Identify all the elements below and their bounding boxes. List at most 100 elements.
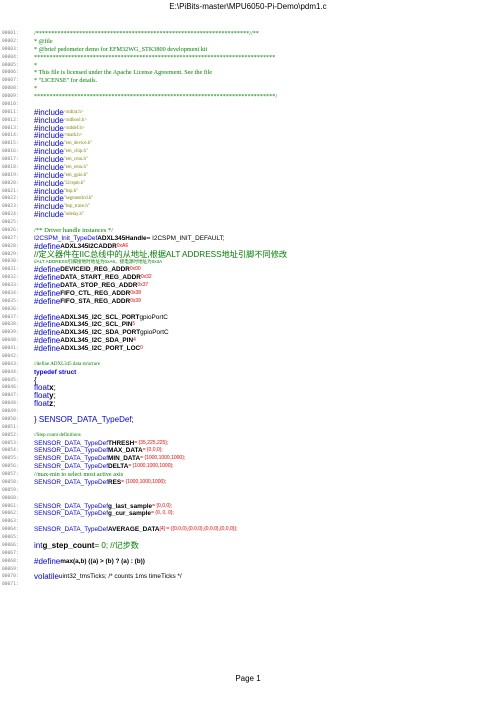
code-line: 00032: #define DATA_START_REG_ADDR 0x32 [2, 274, 494, 282]
line-number: 00067: [2, 550, 19, 556]
code-line: 00042: [2, 353, 494, 361]
code-line: 00059: [2, 487, 494, 495]
line-number: 00071: [2, 582, 19, 588]
macro-name: ADXL345_I2C_SCL_PIN [60, 321, 133, 329]
code-line: 00056: SENSOR_DATA_TypeDef DELTA = {1000,… [2, 463, 494, 471]
macro-name: max [60, 557, 74, 565]
macro-value: 0x00 [129, 266, 141, 273]
code-line: 00023: #include "bsp_trace.h" [2, 203, 494, 211]
identifier: g_step_count [42, 540, 95, 550]
type-name: SENSOR_DATA_TypeDef [34, 526, 108, 534]
code-line: 00027: I2CSPM_Init_TypeDef ADXL345Handle … [2, 235, 494, 243]
macro-value: 0x39 [130, 297, 141, 304]
code-line: 00019: #include "em_gpio.h" [2, 171, 494, 180]
comment-text: //Step count definitions [34, 432, 81, 438]
code-line: 00040: #define ADXL345_I2C_SDA_PIN 4 [2, 337, 494, 345]
type-name: SENSOR_DATA_TypeDef [34, 502, 108, 510]
code-line: 00057: //max-min to select most active ax… [2, 471, 494, 479]
code-line: 00022: #include "segmentlcd.h" [2, 195, 494, 203]
comment-text: //define ADXL345 data structure [34, 361, 100, 367]
line-number: 00041: [2, 346, 19, 351]
line-number: 00054: [2, 448, 19, 454]
type-name: uint32_t [58, 573, 82, 581]
code-line: 00029: //定义器件在IIC总线中的从地址,根据ALT ADDRESS地址引… [2, 250, 494, 259]
line-number: 00062: [2, 511, 19, 517]
code-line: 00024: #include "udelay.h" [2, 211, 494, 219]
line-number: 00008: [2, 86, 19, 92]
line-number: 00057: [2, 472, 19, 477]
macro-value: 0 [140, 345, 143, 351]
code-line: 00014: #include <math.h> [2, 132, 494, 140]
line-number: 00070: [2, 574, 19, 580]
code-line: 00026: /** Driver handle instances */ [2, 227, 494, 235]
code-line: 00018: #include "em_emu.h" [2, 163, 494, 172]
code-line: 00038: #define ADXL345_I2C_SCL_PIN 5 [2, 321, 494, 329]
line-number: 00022: [2, 196, 19, 202]
code-line: 00012: #include <stdbool.h> [2, 116, 494, 125]
code-line: 00036: [2, 306, 494, 314]
macro-name: ADXL345_I2C_SDA_PORT [60, 329, 141, 337]
line-number: 00004: [2, 54, 19, 60]
code-text: = I2CSPM_INIT_DEFAULT; [146, 234, 225, 242]
code-line: 00013: #include <stddef.h> [2, 124, 494, 133]
line-number: 00034: [2, 290, 19, 296]
line-number: 00013: [2, 125, 19, 131]
identifier: ADXL345Handle [97, 234, 147, 242]
identifier: g_last_sample [108, 502, 153, 510]
code-line: 00017: #include "em_cmu.h" [2, 156, 494, 164]
line-number: 00020: [2, 180, 19, 186]
line-number: 00037: [2, 314, 19, 320]
code-listing: 00001: /*********************************… [2, 30, 494, 589]
page-number: Page 1 [235, 674, 261, 683]
include-path: <stddef.h> [63, 125, 85, 131]
line-number: 00017: [2, 157, 19, 162]
line-number: 00018: [2, 164, 19, 170]
type-name: SENSOR_DATA_TypeDef [34, 478, 108, 486]
line-number: 00047: [2, 393, 19, 399]
code-line: 00002: * @file [2, 38, 494, 46]
line-number: 00025: [2, 220, 19, 225]
line-number: 00053: [2, 440, 19, 446]
code-line: 00043: //define ADXL345 data structure [2, 361, 494, 369]
macro-value: 5 [132, 321, 136, 328]
line-number: 00032: [2, 275, 19, 281]
include-path: "em_cmu.h" [63, 157, 88, 162]
line-number: 00046: [2, 385, 19, 391]
line-number: 00030: [2, 259, 19, 265]
include-path: "segmentlcd.h" [63, 196, 94, 202]
macro-name: FIFO_CTL_REG_ADDR [60, 289, 131, 297]
identifier: THRESH [108, 439, 135, 447]
code-line: 00003: * @brief pedometer demo for EFM32… [2, 46, 494, 54]
code-line: 00048: float z; [2, 400, 494, 408]
type-name: SENSOR_DATA_TypeDef [34, 455, 108, 463]
line-number: 00042: [2, 353, 19, 359]
document-title: E:\PiBits-master\MPU6050-Pi-Demo\pdm1.c [169, 2, 327, 11]
macro-name: DATA_START_REG_ADDR [60, 274, 141, 282]
comment-text: //max-min to select most active axis [34, 471, 124, 478]
macro-name: DEVICEID_REG_ADDR [60, 266, 130, 274]
macro-value: gpioPortC [140, 329, 169, 337]
line-number: 00052: [2, 432, 19, 438]
line-number: 00005: [2, 62, 19, 68]
include-path: "em_chip.h" [63, 149, 88, 155]
comment-text: * @brief pedometer demo for EFM32WG_STK3… [34, 45, 208, 53]
line-number: 00026: [2, 227, 19, 233]
identifier: g_cur_sample [108, 510, 151, 518]
line-number: 00061: [2, 503, 19, 509]
keyword: int [34, 540, 43, 550]
code-line: 00046: float x; [2, 384, 494, 392]
code-line: 00011: #include <stdint.h> [2, 108, 494, 117]
code-text: = 0; //记步数 [94, 540, 139, 550]
preprocessor-directive: #define [34, 296, 61, 306]
preprocessor-directive: #define [34, 556, 61, 566]
line-number: 00028: [2, 243, 19, 249]
identifier: AVERAGE_DATA [108, 526, 160, 534]
line-number: 00027: [2, 235, 19, 241]
include-path: <stdbool.h> [63, 117, 87, 123]
code-line: 00008: * [2, 85, 494, 93]
line-number: 00019: [2, 172, 19, 178]
macro-body: (a,b) ((a) > (b) ? (a) : (b)) [73, 557, 145, 565]
line-number: 00036: [2, 306, 19, 312]
line-number: 00038: [2, 322, 19, 328]
identifier: RES [108, 478, 122, 486]
